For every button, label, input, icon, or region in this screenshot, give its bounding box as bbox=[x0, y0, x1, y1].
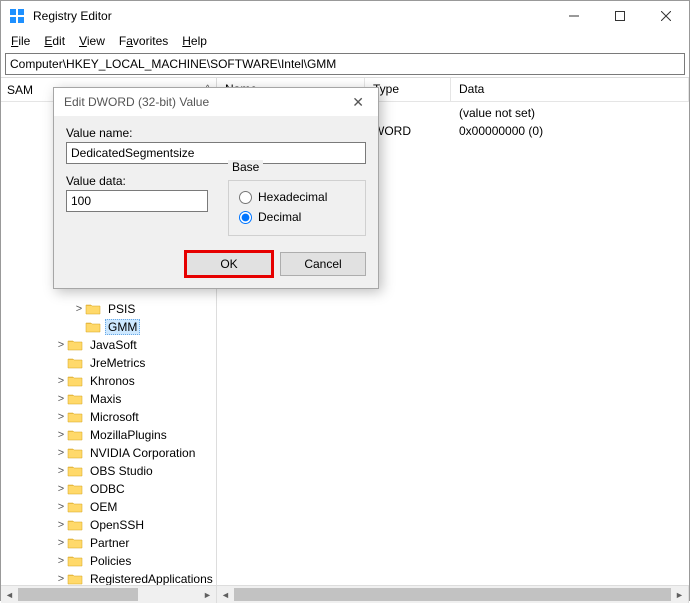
expand-icon[interactable]: > bbox=[55, 502, 67, 513]
tree-item[interactable]: > Maxis bbox=[1, 390, 216, 408]
scroll-right-icon[interactable]: ► bbox=[199, 586, 216, 603]
tree-item-label: GMM bbox=[105, 319, 140, 335]
expand-icon[interactable]: > bbox=[55, 520, 67, 531]
tree-item[interactable]: GMM bbox=[1, 318, 216, 336]
expand-icon[interactable]: > bbox=[55, 412, 67, 423]
tree-item-label: Microsoft bbox=[87, 409, 142, 425]
horizontal-scrollbars: ◄ ► ◄ ► bbox=[1, 585, 689, 602]
expand-icon[interactable]: > bbox=[55, 484, 67, 495]
titlebar: Registry Editor bbox=[1, 1, 689, 31]
ok-button[interactable]: OK bbox=[186, 252, 272, 276]
tree-item-label: JreMetrics bbox=[87, 355, 148, 371]
radio-dec-input[interactable] bbox=[239, 211, 252, 224]
tree-item[interactable]: > OEM bbox=[1, 498, 216, 516]
scroll-right-icon[interactable]: ► bbox=[671, 586, 688, 603]
menu-view[interactable]: View bbox=[73, 32, 111, 50]
menu-help[interactable]: Help bbox=[176, 32, 213, 50]
base-groupbox: Hexadecimal Decimal bbox=[228, 180, 366, 236]
menubar: File Edit View Favorites Help bbox=[1, 31, 689, 51]
menu-file[interactable]: File bbox=[5, 32, 36, 50]
menu-favorites[interactable]: Favorites bbox=[113, 32, 174, 50]
tree-item[interactable]: > OpenSSH bbox=[1, 516, 216, 534]
expand-icon[interactable]: > bbox=[55, 466, 67, 477]
list-hscroll[interactable]: ◄ ► bbox=[217, 586, 689, 603]
expand-icon[interactable]: > bbox=[55, 538, 67, 549]
tree-item[interactable]: > NVIDIA Corporation bbox=[1, 444, 216, 462]
expand-icon[interactable]: > bbox=[55, 376, 67, 387]
tree-item-label: JavaSoft bbox=[87, 337, 140, 353]
edit-dword-dialog: Edit DWORD (32-bit) Value ✕ Value name: … bbox=[53, 87, 379, 289]
dialog-title: Edit DWORD (32-bit) Value bbox=[64, 95, 348, 109]
tree-item[interactable]: JreMetrics bbox=[1, 354, 216, 372]
radio-hex-label: Hexadecimal bbox=[258, 190, 327, 204]
tree-item[interactable]: > MozillaPlugins bbox=[1, 426, 216, 444]
tree-item-label: PSIS bbox=[105, 301, 138, 317]
expand-icon[interactable]: > bbox=[55, 574, 67, 585]
expand-icon[interactable]: > bbox=[55, 556, 67, 567]
tree-item-label: MozillaPlugins bbox=[87, 427, 170, 443]
scroll-left-icon[interactable]: ◄ bbox=[217, 586, 234, 603]
dialog-titlebar[interactable]: Edit DWORD (32-bit) Value ✕ bbox=[54, 88, 378, 116]
tree-item-label: Khronos bbox=[87, 373, 138, 389]
value-name-input[interactable] bbox=[66, 142, 366, 164]
expand-icon[interactable]: > bbox=[55, 340, 67, 351]
value-name-label: Value name: bbox=[66, 126, 366, 140]
expand-icon[interactable]: > bbox=[55, 394, 67, 405]
expand-icon[interactable]: > bbox=[55, 430, 67, 441]
minimize-button[interactable] bbox=[551, 1, 597, 31]
scroll-left-icon[interactable]: ◄ bbox=[1, 586, 18, 603]
cell-data: (value not set) bbox=[451, 106, 689, 120]
tree-item-label: OpenSSH bbox=[87, 517, 147, 533]
tree-hscroll[interactable]: ◄ ► bbox=[1, 586, 217, 603]
window-title: Registry Editor bbox=[33, 9, 112, 23]
tree-item[interactable]: > Policies bbox=[1, 552, 216, 570]
list-header-data[interactable]: Data bbox=[451, 78, 689, 101]
tree-item[interactable]: > JavaSoft bbox=[1, 336, 216, 354]
tree-item[interactable]: > RegisteredApplications bbox=[1, 570, 216, 585]
tree-item-label: ODBC bbox=[87, 481, 128, 497]
close-button[interactable] bbox=[643, 1, 689, 31]
radio-dec-label: Decimal bbox=[258, 210, 301, 224]
tree-item-label: Partner bbox=[87, 535, 132, 551]
base-group-label: Base bbox=[228, 160, 263, 174]
address-bar[interactable]: Computer\HKEY_LOCAL_MACHINE\SOFTWARE\Int… bbox=[5, 53, 685, 75]
tree-item[interactable]: > Partner bbox=[1, 534, 216, 552]
tree-scroll-thumb[interactable] bbox=[18, 588, 138, 601]
radio-decimal[interactable]: Decimal bbox=[239, 207, 355, 227]
tree-item-label: OBS Studio bbox=[87, 463, 156, 479]
tree-item[interactable]: > OBS Studio bbox=[1, 462, 216, 480]
tree-item-label: OEM bbox=[87, 499, 120, 515]
tree-item-label: NVIDIA Corporation bbox=[87, 445, 198, 461]
expand-icon[interactable]: > bbox=[73, 304, 85, 315]
close-icon[interactable]: ✕ bbox=[348, 94, 368, 111]
expand-icon[interactable]: > bbox=[55, 448, 67, 459]
radio-hexadecimal[interactable]: Hexadecimal bbox=[239, 187, 355, 207]
tree-item-label: Maxis bbox=[87, 391, 124, 407]
tree-item-label: RegisteredApplications bbox=[87, 571, 216, 585]
tree-item[interactable]: > Khronos bbox=[1, 372, 216, 390]
tree-item-label: Policies bbox=[87, 553, 134, 569]
radio-hex-input[interactable] bbox=[239, 191, 252, 204]
cancel-button[interactable]: Cancel bbox=[280, 252, 366, 276]
maximize-button[interactable] bbox=[597, 1, 643, 31]
regedit-app-icon bbox=[9, 8, 25, 24]
cell-data: 0x00000000 (0) bbox=[451, 124, 689, 138]
value-data-input[interactable] bbox=[66, 190, 208, 212]
list-scroll-thumb[interactable] bbox=[234, 588, 671, 601]
address-value: Computer\HKEY_LOCAL_MACHINE\SOFTWARE\Int… bbox=[10, 57, 336, 71]
tree-item[interactable]: > ODBC bbox=[1, 480, 216, 498]
tree-item[interactable]: > PSIS bbox=[1, 300, 216, 318]
menu-edit[interactable]: Edit bbox=[38, 32, 71, 50]
tree-item[interactable]: > Microsoft bbox=[1, 408, 216, 426]
value-data-label: Value data: bbox=[66, 174, 208, 188]
